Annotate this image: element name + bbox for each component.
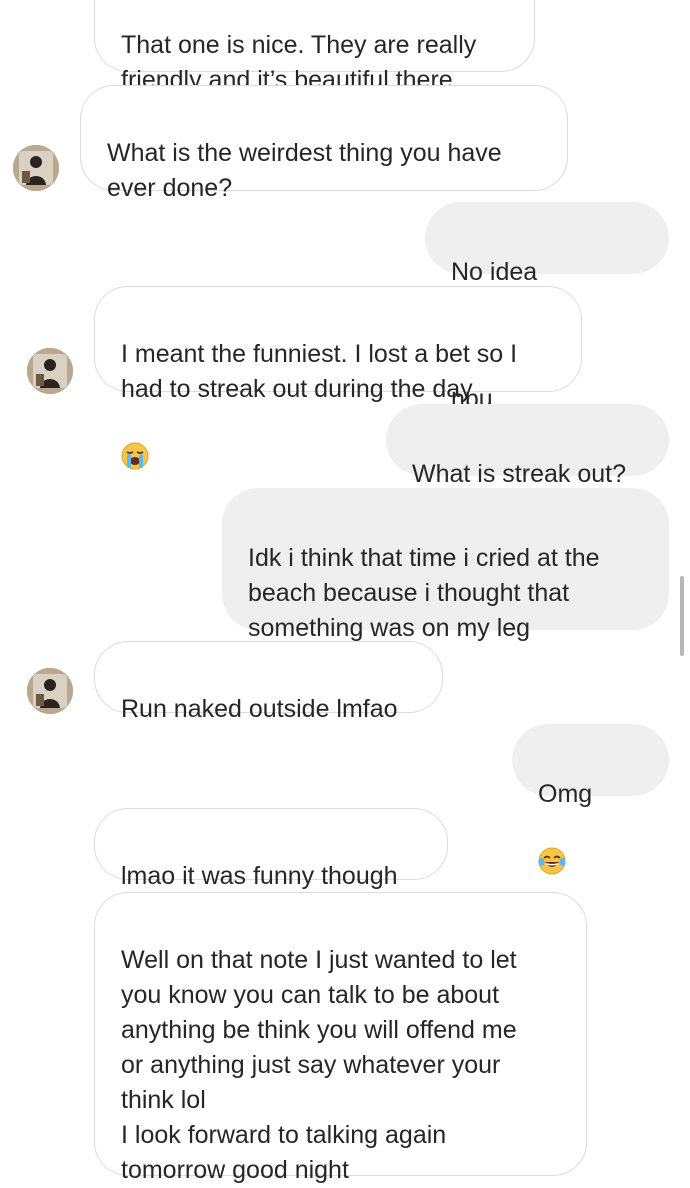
message-bubble-outgoing[interactable]: What is streak out? [386,404,669,488]
contact-avatar[interactable] [13,145,59,191]
message-bubble-incoming[interactable]: I meant the funniest. I lost a bet so I … [94,286,582,470]
contact-avatar[interactable] [27,668,73,714]
message-text: Omg [538,780,593,808]
message-text: Run naked outside lmfao [121,695,398,723]
message-text: Well on that note I just wanted to let y… [121,946,517,1184]
contact-avatar[interactable] [27,348,73,394]
message-bubble-outgoing[interactable]: Omg [512,724,669,875]
message-bubble-incoming[interactable]: What is the weirdest thing you have ever… [80,85,568,202]
scrollbar-thumb[interactable] [680,576,684,656]
message-bubble-incoming[interactable]: lmao it was funny though [94,808,448,890]
message-text: What is the weirdest thing you have ever… [107,139,502,202]
message-bubble-incoming[interactable]: Well on that note I just wanted to let y… [94,892,587,1184]
face-with-tears-of-joy-icon [538,812,566,875]
message-bubble-incoming[interactable]: Run naked outside lmfao [94,641,443,723]
profile-photo-icon [27,348,73,394]
profile-photo-icon [13,145,59,191]
message-text: What is streak out? [412,460,626,488]
message-bubble-incoming[interactable]: That one is nice. They are really friend… [94,0,535,94]
message-bubble-outgoing[interactable]: No idea hbu [425,202,669,413]
message-text: Idk i think that time i cried at the bea… [248,544,600,642]
profile-photo-icon [27,668,73,714]
message-text: lmao it was funny though [121,862,398,890]
loudly-crying-face-icon [121,407,149,470]
message-text: I meant the funniest. I lost a bet so I … [121,340,518,403]
message-text: No idea [451,258,538,286]
message-bubble-outgoing[interactable]: Idk i think that time i cried at the bea… [222,488,669,709]
